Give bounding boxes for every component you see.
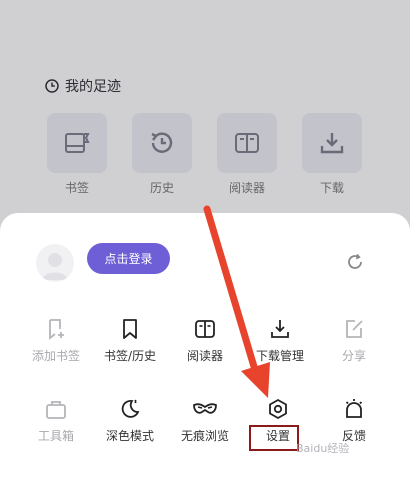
mask-icon <box>193 403 217 414</box>
menu-feedback[interactable]: 反馈 <box>318 397 390 444</box>
menu-label: 深色模式 <box>105 429 154 443</box>
user-icon <box>42 253 68 280</box>
refresh-button[interactable] <box>343 250 367 274</box>
footprint-label: 书签 <box>64 181 89 195</box>
footprint-download[interactable]: 下载 <box>302 113 362 196</box>
history-icon <box>151 132 173 153</box>
bookmark-outline-icon <box>123 319 137 339</box>
clock-icon <box>45 79 59 93</box>
menu-label: 无痕浏览 <box>180 429 229 443</box>
menu-label: 添加书签 <box>31 349 80 363</box>
watermark: Baidu经验 <box>296 442 350 455</box>
reader-icon <box>195 320 215 338</box>
menu-share[interactable]: 分享 <box>318 317 390 364</box>
refresh-icon <box>348 253 362 269</box>
bookmark-icon <box>65 133 90 153</box>
highlight-box <box>249 425 299 451</box>
settings-icon <box>269 399 287 419</box>
footprint-header: 我的足迹 <box>45 76 121 96</box>
footprint-reader[interactable]: 阅读器 <box>217 113 277 196</box>
menu-toolbox[interactable]: 工具箱 <box>20 397 92 444</box>
footprint-title: 我的足迹 <box>65 79 121 95</box>
footprint-label: 历史 <box>149 181 174 195</box>
add-bookmark-icon <box>49 319 64 340</box>
menu-add-bookmark[interactable]: 添加书签 <box>20 317 92 364</box>
footprint-history[interactable]: 历史 <box>132 113 192 196</box>
avatar[interactable] <box>36 244 74 282</box>
menu-bookmark-history[interactable]: 书签/历史 <box>94 317 166 364</box>
moon-icon <box>121 399 140 418</box>
footprint-bookmark[interactable]: 书签 <box>47 113 107 196</box>
download-icon <box>271 320 289 338</box>
menu-label: 阅读器 <box>186 349 223 363</box>
menu-label: 分享 <box>341 349 366 363</box>
feedback-icon <box>345 399 363 418</box>
menu-label: 书签/历史 <box>103 349 157 363</box>
menu-download-manager[interactable]: 下载管理 <box>244 317 316 364</box>
share-icon <box>346 320 363 338</box>
reader-icon <box>235 133 259 153</box>
menu-label: 工具箱 <box>37 429 74 443</box>
footprint-label: 下载 <box>319 181 344 195</box>
menu-dark-mode[interactable]: 深色模式 <box>94 397 166 444</box>
menu-incognito[interactable]: 无痕浏览 <box>169 397 241 444</box>
footprint-label: 阅读器 <box>228 181 265 195</box>
download-icon <box>320 133 344 154</box>
toolbox-icon <box>46 401 66 419</box>
login-button[interactable]: 点击登录 <box>87 243 170 274</box>
menu-label: 下载管理 <box>255 349 304 363</box>
menu-reader[interactable]: 阅读器 <box>169 317 241 364</box>
